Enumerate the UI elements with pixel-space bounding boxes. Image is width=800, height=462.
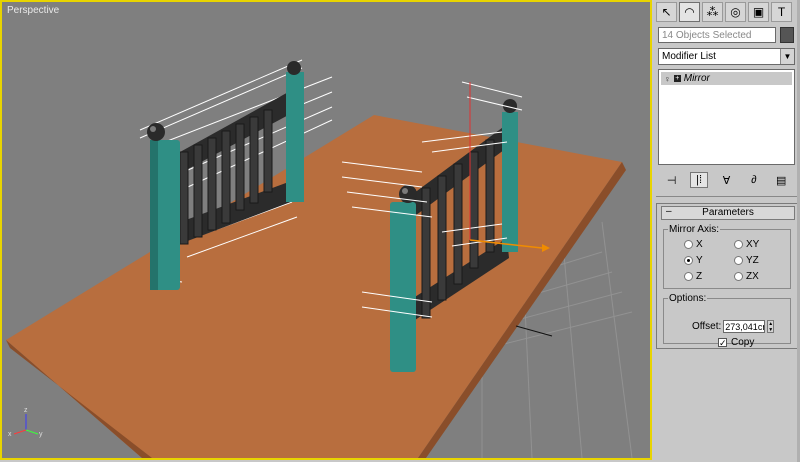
axis-xy-label: XY: [746, 239, 760, 250]
selection-name-field[interactable]: 14 Objects Selected: [658, 27, 776, 43]
svg-text:y: y: [39, 431, 43, 438]
radio-dot[interactable]: [734, 272, 743, 281]
axis-radio-z[interactable]: Z: [684, 271, 702, 282]
pin-stack-icon[interactable]: ⊣: [663, 172, 681, 188]
command-panel: ↖ ◠ ⁂ ◎ ▣ T 14 Objects Selected Modifier…: [654, 0, 800, 462]
axis-radio-x[interactable]: X: [684, 239, 703, 250]
make-unique-icon[interactable]: ∀: [717, 172, 735, 188]
axis-x-label: X: [696, 239, 703, 250]
remove-modifier-icon[interactable]: ∂: [745, 172, 763, 188]
offset-row: Offset: 273,041cm ▲▼: [692, 320, 775, 333]
show-end-result-icon[interactable]: |⁞: [690, 172, 709, 188]
divider: [656, 196, 798, 197]
radio-dot[interactable]: [734, 240, 743, 249]
perspective-viewport[interactable]: z x y Perspective: [0, 0, 652, 460]
options-title: Options:: [668, 293, 708, 304]
svg-text:x: x: [8, 431, 12, 438]
copy-checkbox[interactable]: ✓: [718, 338, 727, 348]
axis-yz-label: YZ: [746, 255, 759, 266]
radio-dot[interactable]: [684, 272, 693, 281]
axis-zx-label: ZX: [746, 271, 759, 282]
offset-spinner[interactable]: ▲ ▼: [767, 320, 775, 333]
collapse-icon[interactable]: –: [666, 206, 672, 218]
configure-sets-icon[interactable]: ▤: [772, 172, 790, 188]
parameters-title: Parameters: [702, 207, 754, 218]
stack-toolbar: ⊣ |⁞ ∀ ∂ ▤: [658, 170, 795, 190]
parameters-rollout-header[interactable]: – Parameters: [661, 206, 795, 220]
axis-z-label: Z: [696, 271, 703, 282]
copy-row[interactable]: ✓ Copy: [718, 337, 754, 348]
axis-radio-yz[interactable]: YZ: [734, 255, 759, 266]
copy-label: Copy: [731, 337, 755, 348]
hierarchy-tab-icon[interactable]: ⁂: [702, 2, 723, 22]
axis-radio-zx[interactable]: ZX: [734, 271, 759, 282]
object-color-swatch[interactable]: [780, 27, 794, 43]
stack-item-mirror[interactable]: ♀ + Mirror: [661, 72, 792, 85]
axis-tripod-icon: z x y: [8, 407, 43, 438]
mirror-axis-group: Mirror Axis: X Y Z XY YZ ZX: [663, 224, 791, 289]
scene-canvas[interactable]: z x y: [2, 2, 650, 458]
axis-radio-y[interactable]: Y: [684, 255, 703, 266]
radio-dot[interactable]: [684, 256, 693, 265]
mirror-axis-title: Mirror Axis:: [668, 224, 720, 235]
floor-slab[interactable]: [6, 115, 626, 458]
chevron-down-icon[interactable]: ▼: [780, 49, 794, 64]
lightbulb-icon[interactable]: ♀: [664, 74, 671, 84]
offset-label: Offset:: [692, 321, 722, 332]
parameters-rollout: – Parameters Mirror Axis: X Y Z XY YZ ZX: [656, 203, 798, 349]
modifier-stack[interactable]: ♀ + Mirror: [658, 69, 795, 165]
create-tab-icon[interactable]: ↖: [656, 2, 677, 22]
viewport-label[interactable]: Perspective: [7, 5, 59, 16]
display-tab-icon[interactable]: ▣: [748, 2, 769, 22]
utilities-tab-icon[interactable]: T: [771, 2, 792, 22]
axis-y-label: Y: [696, 255, 703, 266]
options-group: Options: Offset: 273,041cm ▲▼ ✓ Copy: [663, 293, 791, 348]
command-panel-tabs: ↖ ◠ ⁂ ◎ ▣ T: [656, 2, 792, 22]
radio-dot[interactable]: [684, 240, 693, 249]
motion-tab-icon[interactable]: ◎: [725, 2, 746, 22]
radio-dot[interactable]: [734, 256, 743, 265]
svg-text:z: z: [24, 407, 28, 414]
offset-field[interactable]: 273,041cm: [723, 320, 766, 333]
expand-icon[interactable]: +: [673, 75, 681, 82]
axis-radio-xy[interactable]: XY: [734, 239, 759, 250]
modifier-list-label: Modifier List: [662, 51, 716, 62]
stack-item-label: Mirror: [683, 73, 710, 84]
modify-tab-icon[interactable]: ◠: [679, 2, 700, 22]
modifier-list-dropdown[interactable]: Modifier List ▼: [658, 48, 795, 65]
